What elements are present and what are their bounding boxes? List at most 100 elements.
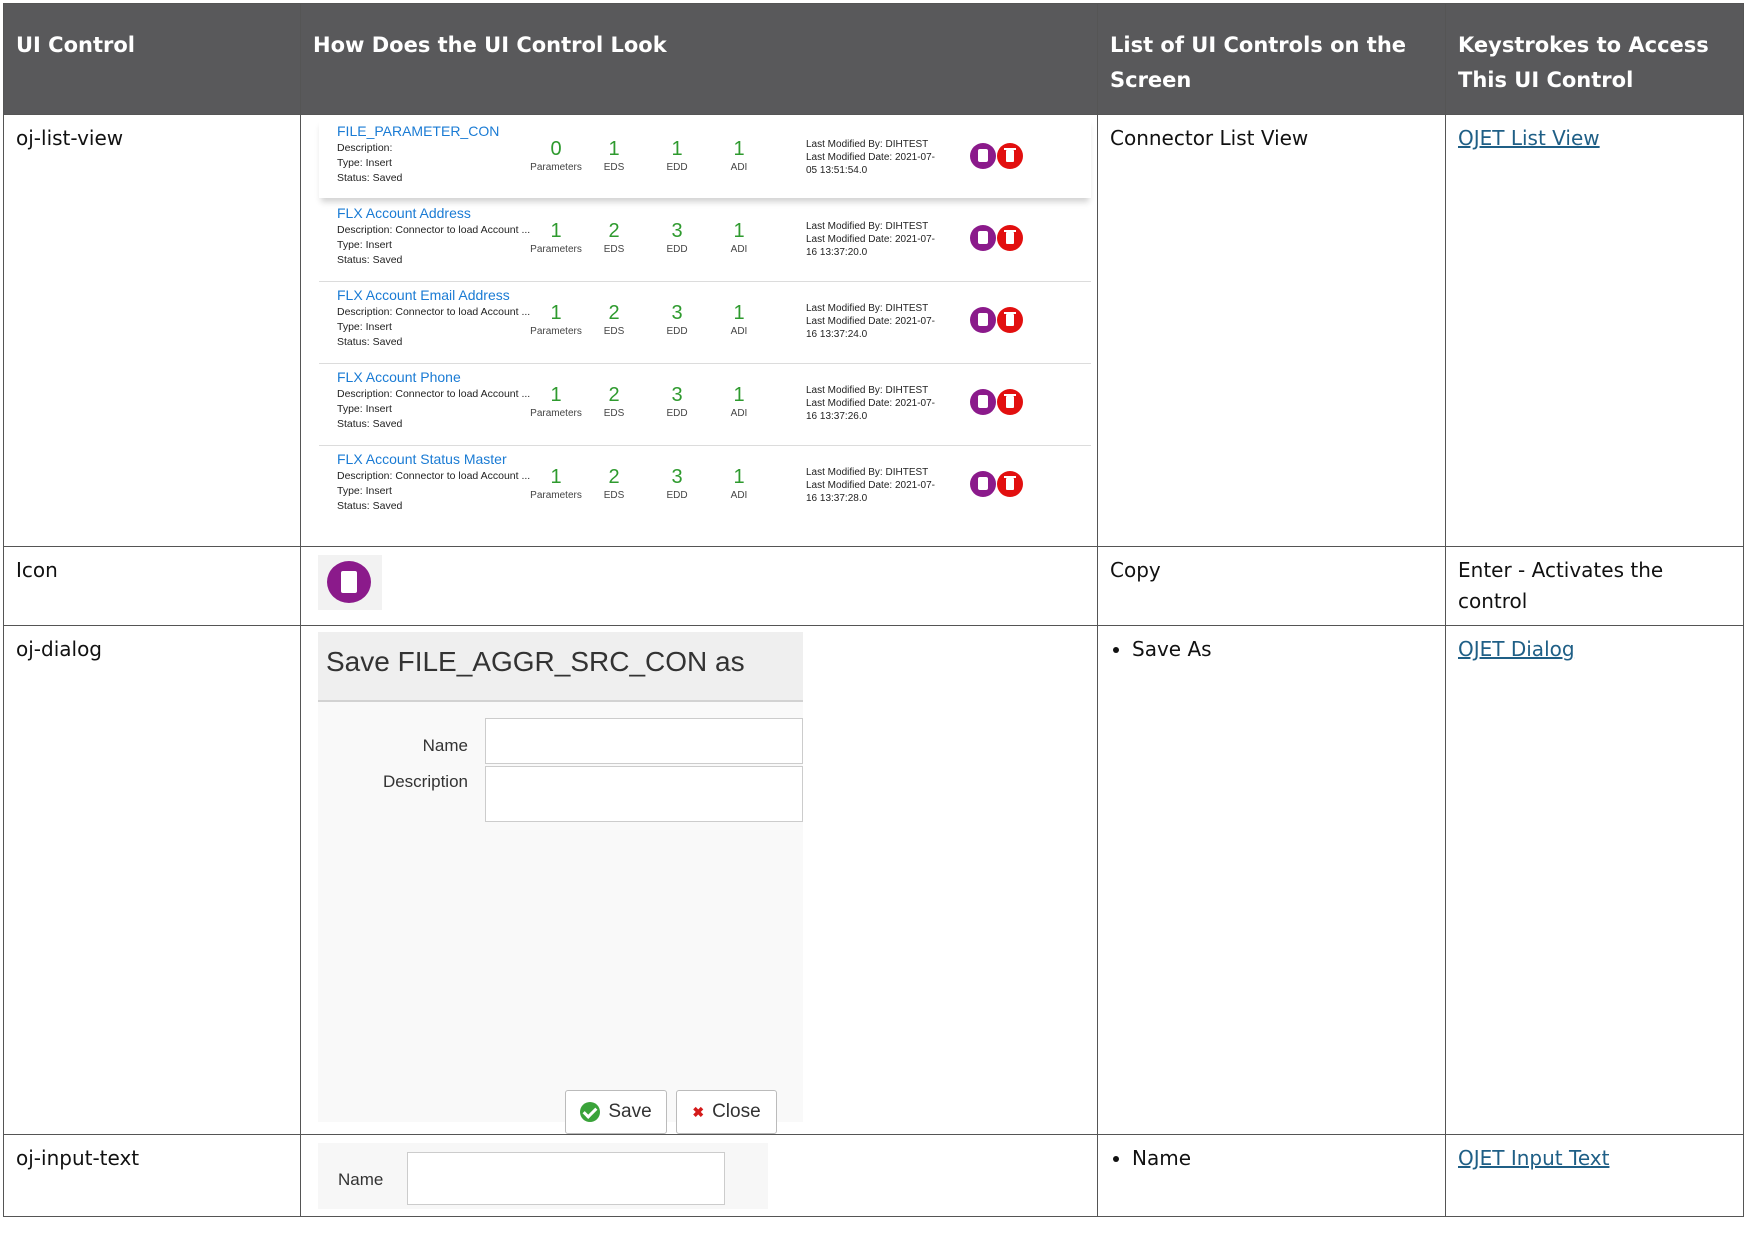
edd-stat: 3 EDD <box>642 384 712 422</box>
status-value: Saved <box>372 254 403 266</box>
status-value: Saved <box>372 500 403 512</box>
list-item[interactable]: FLX Account Email Address Description: C… <box>319 282 1091 364</box>
eds-label: EDS <box>603 490 625 501</box>
copy-icon[interactable] <box>970 143 996 169</box>
header-ui-control: UI Control <box>3 3 301 115</box>
description-label: Description: <box>337 470 393 482</box>
connector-name-link[interactable]: FLX Account Status Master <box>337 451 507 467</box>
description-input[interactable] <box>485 766 803 822</box>
status-value: Saved <box>372 418 403 430</box>
connector-name-link[interactable]: FILE_PARAMETER_CON <box>337 123 499 139</box>
adi-label: ADI <box>730 408 748 419</box>
description-label: Description: <box>337 306 393 318</box>
adi-stat: 1 ADI <box>704 220 774 258</box>
screen-controls: Copy <box>1097 546 1446 626</box>
eds-count: 2 <box>608 302 620 324</box>
connector-name-link[interactable]: FLX Account Address <box>337 205 471 221</box>
description-label: Description: <box>337 388 393 400</box>
control-name: Icon <box>3 546 301 626</box>
modified-date-value: 2021-07- <box>894 316 935 327</box>
screen-controls: Name <box>1097 1134 1446 1217</box>
eds-count: 2 <box>608 220 620 242</box>
adi-label: ADI <box>730 244 748 255</box>
dialog-header: Save FILE_AGGR_SRC_CON as <box>318 632 803 702</box>
name-input[interactable] <box>485 718 803 764</box>
delete-icon[interactable] <box>997 225 1023 251</box>
copy-icon[interactable] <box>970 307 996 333</box>
delete-icon[interactable] <box>997 307 1023 333</box>
control-look-cell: Name <box>300 1134 1098 1217</box>
connector-list-view[interactable]: FILE_PARAMETER_CON Description: Type: In… <box>319 118 1091 527</box>
modified-date-label: Last Modified Date: <box>806 152 893 163</box>
type-label: Type: <box>337 239 363 251</box>
modified-date-label: Last Modified Date: <box>806 398 893 409</box>
modified-by-value: DIHTEST <box>885 303 929 314</box>
modified-date-label: Last Modified Date: <box>806 316 893 327</box>
delete-icon[interactable] <box>997 143 1023 169</box>
list-item[interactable]: FILE_PARAMETER_CON Description: Type: In… <box>319 118 1091 198</box>
eds-stat: 2 EDS <box>579 384 649 422</box>
edd-stat: 1 EDD <box>642 138 712 176</box>
adi-stat: 1 ADI <box>704 384 774 422</box>
edd-label: EDD <box>666 326 688 337</box>
edd-count: 3 <box>671 302 683 324</box>
ojet-input-text-link[interactable]: OJET Input Text <box>1458 1146 1609 1170</box>
delete-icon[interactable] <box>997 389 1023 415</box>
eds-count: 2 <box>608 466 620 488</box>
header-keystrokes: Keystrokes to Access This UI Control <box>1445 3 1744 115</box>
list-item[interactable]: FLX Account Address Description: Connect… <box>319 200 1091 282</box>
control-look-cell <box>300 546 1098 626</box>
close-button[interactable]: ✖ Close <box>676 1090 777 1134</box>
control-name: oj-input-text <box>3 1134 301 1217</box>
modified-by-label: Last Modified By: <box>806 139 883 150</box>
modified-date-rest: 16 13:37:20.0 <box>806 247 868 258</box>
adi-label: ADI <box>730 326 748 337</box>
close-x-icon: ✖ <box>692 1103 705 1120</box>
last-modified: Last Modified By: DIHTEST Last Modified … <box>806 302 966 341</box>
controls-table: UI Control How Does the UI Control Look … <box>3 3 1744 1217</box>
modified-by-label: Last Modified By: <box>806 303 883 314</box>
type-label: Type: <box>337 157 363 169</box>
keystroke-cell: OJET Input Text <box>1445 1134 1744 1217</box>
list-item[interactable]: FLX Account Status Master Description: C… <box>319 446 1091 527</box>
adi-count: 1 <box>733 384 745 406</box>
modified-by-label: Last Modified By: <box>806 385 883 396</box>
copy-icon[interactable] <box>970 471 996 497</box>
connector-name-link[interactable]: FLX Account Email Address <box>337 287 510 303</box>
edd-stat: 3 EDD <box>642 220 712 258</box>
list-item[interactable]: FLX Account Phone Description: Connector… <box>319 364 1091 446</box>
ojet-dialog-link[interactable]: OJET Dialog <box>1458 637 1575 661</box>
eds-count: 1 <box>608 138 620 160</box>
copy-icon[interactable] <box>970 225 996 251</box>
modified-by-value: DIHTEST <box>885 221 929 232</box>
edd-label: EDD <box>666 162 688 173</box>
ojet-list-view-link[interactable]: OJET List View <box>1458 126 1600 150</box>
connector-meta: Description: Connector to load Account .… <box>337 305 530 350</box>
description-label: Description: <box>337 142 393 154</box>
status-value: Saved <box>372 172 403 184</box>
description-value: Connector to load Account ... <box>395 470 531 482</box>
delete-icon[interactable] <box>997 471 1023 497</box>
edd-label: EDD <box>666 244 688 255</box>
name-input[interactable] <box>407 1152 725 1205</box>
adi-stat: 1 ADI <box>704 302 774 340</box>
keystroke-cell: OJET Dialog <box>1445 625 1744 1135</box>
table-row: oj-list-view FILE_PARAMETER_CON Descript… <box>3 114 1744 547</box>
modified-by-value: DIHTEST <box>885 467 929 478</box>
modified-date-label: Last Modified Date: <box>806 234 893 245</box>
check-icon <box>580 1102 601 1122</box>
copy-icon[interactable] <box>327 561 371 603</box>
eds-label: EDS <box>603 244 625 255</box>
copy-icon[interactable] <box>970 389 996 415</box>
screen-controls: Connector List View <box>1097 114 1446 547</box>
modified-by-value: DIHTEST <box>885 139 929 150</box>
connector-name-link[interactable]: FLX Account Phone <box>337 369 461 385</box>
table-row: oj-input-text Name Name OJET Input Text <box>3 1134 1744 1217</box>
keystroke-text: Enter - Activates the control <box>1445 546 1744 626</box>
eds-stat: 2 EDS <box>579 302 649 340</box>
description-value: Connector to load Account ... <box>395 388 531 400</box>
save-button[interactable]: Save <box>565 1090 667 1134</box>
type-value: Insert <box>365 239 392 251</box>
connector-meta: Description: Connector to load Account .… <box>337 387 530 432</box>
edd-count: 3 <box>671 466 683 488</box>
